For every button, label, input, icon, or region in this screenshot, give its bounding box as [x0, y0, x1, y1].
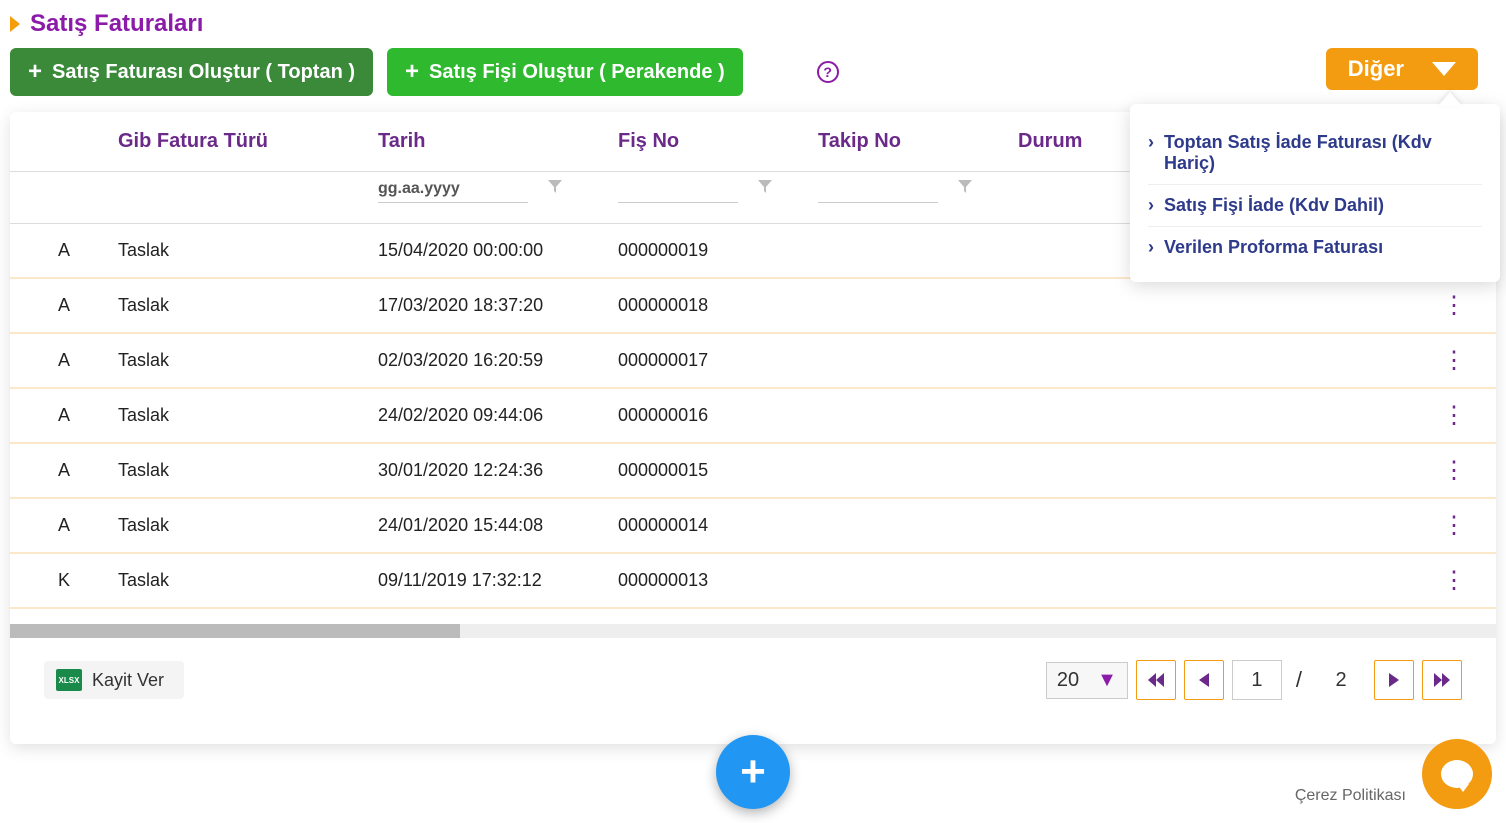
cell-fis: 000000013	[618, 570, 818, 591]
fis-filter-input[interactable]	[618, 176, 738, 203]
table-row[interactable]: KTaslak09/11/2019 17:32:12000000013 ⋮	[10, 554, 1496, 609]
kebab-icon[interactable]: ⋮	[1442, 346, 1466, 375]
cell-gib: Taslak	[118, 240, 378, 261]
header: Satış Faturaları	[0, 0, 1506, 38]
cell-tarih: 02/03/2020 16:20:59	[378, 350, 618, 371]
prev-page-button[interactable]	[1184, 660, 1224, 700]
cell-gib: Taslak	[118, 295, 378, 316]
chat-button[interactable]	[1422, 739, 1492, 809]
cell-code: A	[58, 515, 118, 536]
cell-fis: 000000019	[618, 240, 818, 261]
cell-code: A	[58, 240, 118, 261]
last-page-button[interactable]	[1422, 660, 1462, 700]
table-row[interactable]: ATaslak02/03/2020 16:20:59000000017 ⋮	[10, 334, 1496, 389]
page-size-value: 20	[1057, 669, 1079, 692]
cell-gib: Taslak	[118, 460, 378, 481]
triangle-down-icon: ▼	[1097, 669, 1117, 692]
table-row[interactable]: ATaslak24/02/2020 09:44:06000000016 ⋮	[10, 389, 1496, 444]
cell-tarih: 15/04/2020 00:00:00	[378, 240, 618, 261]
plus-icon: +	[405, 58, 419, 86]
cell-tarih: 09/11/2019 17:32:12	[378, 570, 618, 591]
cell-gib: Taslak	[118, 350, 378, 371]
page-separator: /	[1290, 667, 1308, 693]
xlsx-icon: XLSX	[56, 669, 82, 691]
cookie-policy-link[interactable]: Çerez Politikası	[1295, 787, 1406, 805]
table-row[interactable]: ATaslak30/01/2020 12:24:36000000015 ⋮	[10, 444, 1496, 499]
filter-icon[interactable]	[548, 180, 562, 199]
diger-button[interactable]: Diğer	[1326, 48, 1478, 90]
kebab-icon[interactable]: ⋮	[1442, 511, 1466, 540]
dropdown-item-toptan-iade[interactable]: › Toptan Satış İade Faturası (Kdv Hariç)	[1148, 122, 1482, 185]
takip-filter-input[interactable]	[818, 176, 938, 203]
page-title: Satış Faturaları	[30, 10, 203, 38]
horizontal-scrollbar[interactable]	[10, 624, 1496, 638]
export-label: Kayit Ver	[92, 670, 164, 691]
chat-bubble-icon	[1441, 760, 1473, 788]
cell-code: A	[58, 295, 118, 316]
table-body[interactable]: ATaslak15/04/2020 00:00:00000000019ATasl…	[10, 224, 1496, 624]
dropdown-item-proforma[interactable]: › Verilen Proforma Faturası	[1148, 227, 1482, 268]
cell-code: A	[58, 405, 118, 426]
cell-fis: 000000016	[618, 405, 818, 426]
dropdown-item-label: Satış Fişi İade (Kdv Dahil)	[1164, 195, 1384, 216]
col-code	[58, 130, 118, 153]
plus-icon: +	[28, 58, 42, 86]
chevron-right-icon: ›	[1148, 195, 1154, 216]
pagination: 20 ▼ 1 / 2	[1046, 660, 1462, 700]
create-invoice-toptan-button[interactable]: + Satış Faturası Oluştur ( Toptan )	[10, 48, 373, 96]
next-page-button[interactable]	[1374, 660, 1414, 700]
horizontal-scrollbar-thumb[interactable]	[10, 624, 460, 638]
cell-gib: Taslak	[118, 570, 378, 591]
table-footer: XLSX Kayit Ver 20 ▼ 1 / 2	[10, 638, 1496, 700]
cell-code: A	[58, 350, 118, 371]
page-size-select[interactable]: 20 ▼	[1046, 662, 1128, 699]
cell-tarih: 24/01/2020 15:44:08	[378, 515, 618, 536]
toolbar: + Satış Faturası Oluştur ( Toptan ) + Sa…	[0, 38, 1506, 112]
chevron-right-icon: ›	[1148, 237, 1154, 258]
cell-fis: 000000015	[618, 460, 818, 481]
cell-fis: 000000018	[618, 295, 818, 316]
chevron-right-icon: ›	[1148, 132, 1154, 153]
tarih-filter-input[interactable]	[378, 176, 528, 203]
filter-icon[interactable]	[758, 180, 772, 199]
total-pages: 2	[1316, 660, 1366, 700]
floating-add-button[interactable]: +	[716, 735, 790, 809]
col-gib[interactable]: Gib Fatura Türü	[118, 130, 378, 153]
create-receipt-perakende-label: Satış Fişi Oluştur ( Perakende )	[429, 61, 725, 84]
current-page[interactable]: 1	[1232, 660, 1282, 700]
dropdown-item-fis-iade[interactable]: › Satış Fişi İade (Kdv Dahil)	[1148, 185, 1482, 227]
table-row[interactable]: ATaslak24/01/2020 15:44:08000000014 ⋮	[10, 499, 1496, 554]
create-receipt-perakende-button[interactable]: + Satış Fişi Oluştur ( Perakende )	[387, 48, 743, 96]
kebab-icon[interactable]: ⋮	[1442, 291, 1466, 320]
cell-tarih: 30/01/2020 12:24:36	[378, 460, 618, 481]
cell-code: K	[58, 570, 118, 591]
cell-gib: Taslak	[118, 515, 378, 536]
export-button[interactable]: XLSX Kayit Ver	[44, 661, 184, 699]
kebab-icon[interactable]: ⋮	[1442, 566, 1466, 595]
diger-label: Diğer	[1348, 56, 1404, 82]
diger-dropdown: › Toptan Satış İade Faturası (Kdv Hariç)…	[1130, 104, 1500, 282]
cell-fis: 000000017	[618, 350, 818, 371]
cell-code: A	[58, 460, 118, 481]
col-takip[interactable]: Takip No	[818, 130, 1018, 153]
cell-fis: 000000014	[618, 515, 818, 536]
triangle-right-icon	[10, 16, 20, 32]
create-invoice-toptan-label: Satış Faturası Oluştur ( Toptan )	[52, 61, 355, 84]
kebab-icon[interactable]: ⋮	[1442, 456, 1466, 485]
cell-tarih: 17/03/2020 18:37:20	[378, 295, 618, 316]
filter-icon[interactable]	[958, 180, 972, 199]
cell-tarih: 24/02/2020 09:44:06	[378, 405, 618, 426]
help-icon[interactable]: ?	[817, 61, 839, 83]
cell-gib: Taslak	[118, 405, 378, 426]
kebab-icon[interactable]: ⋮	[1442, 401, 1466, 430]
dropdown-item-label: Verilen Proforma Faturası	[1164, 237, 1383, 258]
plus-icon: +	[740, 747, 766, 797]
first-page-button[interactable]	[1136, 660, 1176, 700]
dropdown-pointer	[1438, 92, 1462, 106]
col-tarih[interactable]: Tarih	[378, 130, 618, 153]
table-row[interactable]: ATaslak17/03/2020 18:37:20000000018 ⋮	[10, 279, 1496, 334]
dropdown-item-label: Toptan Satış İade Faturası (Kdv Hariç)	[1164, 132, 1482, 174]
triangle-down-icon	[1432, 62, 1456, 76]
col-fis[interactable]: Fiş No	[618, 130, 818, 153]
